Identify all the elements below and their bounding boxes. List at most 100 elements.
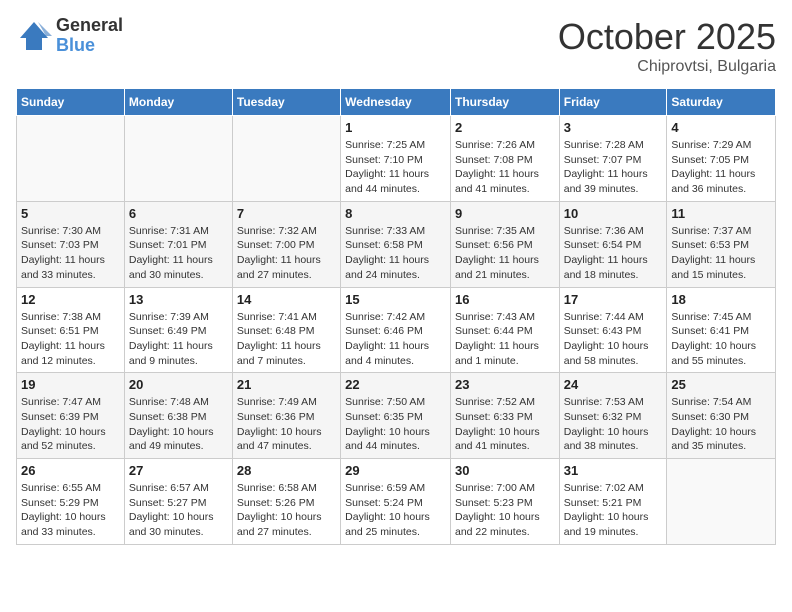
calendar-cell: 15 Sunrise: 7:42 AMSunset: 6:46 PMDayligh… (341, 287, 451, 373)
calendar-cell: 18 Sunrise: 7:45 AMSunset: 6:41 PMDayligh… (667, 287, 776, 373)
calendar-week-row: 12Sunrise: 7:38 AMSunset: 6:51 PMDayligh… (17, 287, 776, 373)
day-info: Sunrise: 7:32 AMSunset: 7:00 PMDaylight:… (237, 224, 336, 283)
day-info: Sunrise: 7:53 AMSunset: 6:32 PMDaylight:… (564, 395, 663, 454)
day-info: Sunrise: 7:38 AMSunset: 6:51 PMDaylight:… (21, 310, 120, 369)
day-number: 22 (345, 377, 446, 392)
day-info: Sunrise: 7:42 AMSunset: 6:46 PMDaylight:… (345, 310, 446, 369)
calendar-week-row: 5Sunrise: 7:30 AMSunset: 7:03 PMDaylight… (17, 201, 776, 287)
day-number: 4 (671, 120, 771, 135)
day-info: Sunrise: 7:47 AMSunset: 6:39 PMDaylight:… (21, 395, 120, 454)
day-number: 20 (129, 377, 228, 392)
day-info: Sunrise: 7:33 AMSunset: 6:58 PMDaylight:… (345, 224, 446, 283)
title-block: October 2025 Chiprovtsi, Bulgaria (558, 16, 776, 76)
calendar-cell (124, 116, 232, 202)
day-info: Sunrise: 7:48 AMSunset: 6:38 PMDaylight:… (129, 395, 228, 454)
calendar-cell: 4 Sunrise: 7:29 AMSunset: 7:05 PMDaylight… (667, 116, 776, 202)
calendar-cell: 5Sunrise: 7:30 AMSunset: 7:03 PMDaylight… (17, 201, 125, 287)
calendar-cell: 22 Sunrise: 7:50 AMSunset: 6:35 PMDayligh… (341, 373, 451, 459)
day-number: 31 (564, 463, 663, 478)
day-info: Sunrise: 6:58 AMSunset: 5:26 PMDaylight:… (237, 481, 336, 540)
calendar-week-row: 19 Sunrise: 7:47 AMSunset: 6:39 PMDayligh… (17, 373, 776, 459)
weekday-header: Thursday (450, 89, 559, 116)
day-info: Sunrise: 6:55 AMSunset: 5:29 PMDaylight:… (21, 481, 120, 540)
day-number: 17 (564, 292, 663, 307)
day-number: 7 (237, 206, 336, 221)
calendar-cell: 21 Sunrise: 7:49 AMSunset: 6:36 PMDayligh… (232, 373, 340, 459)
day-number: 6 (129, 206, 228, 221)
day-info: Sunrise: 7:28 AMSunset: 7:07 PMDaylight:… (564, 138, 663, 197)
calendar-week-row: 1 Sunrise: 7:25 AMSunset: 7:10 PMDaylight… (17, 116, 776, 202)
calendar-cell: 29 Sunrise: 6:59 AMSunset: 5:24 PMDayligh… (341, 459, 451, 545)
day-info: Sunrise: 7:00 AMSunset: 5:23 PMDaylight:… (455, 481, 555, 540)
logo: General Blue (16, 16, 123, 56)
calendar-cell: 24Sunrise: 7:53 AMSunset: 6:32 PMDayligh… (559, 373, 667, 459)
calendar-cell: 2 Sunrise: 7:26 AMSunset: 7:08 PMDaylight… (450, 116, 559, 202)
calendar-cell: 20 Sunrise: 7:48 AMSunset: 6:38 PMDayligh… (124, 373, 232, 459)
day-info: Sunrise: 6:59 AMSunset: 5:24 PMDaylight:… (345, 481, 446, 540)
day-info: Sunrise: 7:26 AMSunset: 7:08 PMDaylight:… (455, 138, 555, 197)
calendar-header-row: SundayMondayTuesdayWednesdayThursdayFrid… (17, 89, 776, 116)
month-title: October 2025 (558, 16, 776, 58)
day-info: Sunrise: 7:39 AMSunset: 6:49 PMDaylight:… (129, 310, 228, 369)
calendar-cell: 14 Sunrise: 7:41 AMSunset: 6:48 PMDayligh… (232, 287, 340, 373)
day-number: 13 (129, 292, 228, 307)
day-info: Sunrise: 7:45 AMSunset: 6:41 PMDaylight:… (671, 310, 771, 369)
location-text: Chiprovtsi, Bulgaria (558, 58, 776, 76)
weekday-header: Saturday (667, 89, 776, 116)
calendar-cell: 12Sunrise: 7:38 AMSunset: 6:51 PMDayligh… (17, 287, 125, 373)
day-number: 2 (455, 120, 555, 135)
weekday-header: Tuesday (232, 89, 340, 116)
day-info: Sunrise: 7:37 AMSunset: 6:53 PMDaylight:… (671, 224, 771, 283)
day-number: 15 (345, 292, 446, 307)
day-info: Sunrise: 7:29 AMSunset: 7:05 PMDaylight:… (671, 138, 771, 197)
calendar-cell: 10 Sunrise: 7:36 AMSunset: 6:54 PMDayligh… (559, 201, 667, 287)
day-info: Sunrise: 7:25 AMSunset: 7:10 PMDaylight:… (345, 138, 446, 197)
calendar-cell: 23 Sunrise: 7:52 AMSunset: 6:33 PMDayligh… (450, 373, 559, 459)
day-info: Sunrise: 7:35 AMSunset: 6:56 PMDaylight:… (455, 224, 555, 283)
calendar-cell: 9 Sunrise: 7:35 AMSunset: 6:56 PMDaylight… (450, 201, 559, 287)
calendar-cell: 26 Sunrise: 6:55 AMSunset: 5:29 PMDayligh… (17, 459, 125, 545)
day-info: Sunrise: 7:52 AMSunset: 6:33 PMDaylight:… (455, 395, 555, 454)
day-number: 27 (129, 463, 228, 478)
day-number: 18 (671, 292, 771, 307)
calendar-cell: 25Sunrise: 7:54 AMSunset: 6:30 PMDayligh… (667, 373, 776, 459)
weekday-header: Sunday (17, 89, 125, 116)
calendar-cell: 27Sunrise: 6:57 AMSunset: 5:27 PMDayligh… (124, 459, 232, 545)
day-number: 8 (345, 206, 446, 221)
day-number: 9 (455, 206, 555, 221)
day-number: 26 (21, 463, 120, 478)
calendar-week-row: 26 Sunrise: 6:55 AMSunset: 5:29 PMDayligh… (17, 459, 776, 545)
calendar-cell: 8 Sunrise: 7:33 AMSunset: 6:58 PMDaylight… (341, 201, 451, 287)
day-number: 23 (455, 377, 555, 392)
logo-general-text: General (56, 16, 123, 36)
day-info: Sunrise: 7:41 AMSunset: 6:48 PMDaylight:… (237, 310, 336, 369)
weekday-header: Wednesday (341, 89, 451, 116)
day-number: 14 (237, 292, 336, 307)
page-header: General Blue October 2025 Chiprovtsi, Bu… (16, 16, 776, 76)
calendar-table: SundayMondayTuesdayWednesdayThursdayFrid… (16, 88, 776, 545)
calendar-cell: 19 Sunrise: 7:47 AMSunset: 6:39 PMDayligh… (17, 373, 125, 459)
day-number: 11 (671, 206, 771, 221)
calendar-cell: 31Sunrise: 7:02 AMSunset: 5:21 PMDayligh… (559, 459, 667, 545)
day-number: 21 (237, 377, 336, 392)
day-number: 30 (455, 463, 555, 478)
day-number: 5 (21, 206, 120, 221)
day-number: 29 (345, 463, 446, 478)
calendar-cell: 17Sunrise: 7:44 AMSunset: 6:43 PMDayligh… (559, 287, 667, 373)
day-info: Sunrise: 7:49 AMSunset: 6:36 PMDaylight:… (237, 395, 336, 454)
weekday-header: Friday (559, 89, 667, 116)
day-info: Sunrise: 7:43 AMSunset: 6:44 PMDaylight:… (455, 310, 555, 369)
day-number: 19 (21, 377, 120, 392)
logo-icon (16, 18, 52, 54)
day-number: 10 (564, 206, 663, 221)
day-info: Sunrise: 7:31 AMSunset: 7:01 PMDaylight:… (129, 224, 228, 283)
day-number: 1 (345, 120, 446, 135)
calendar-cell: 16 Sunrise: 7:43 AMSunset: 6:44 PMDayligh… (450, 287, 559, 373)
day-info: Sunrise: 7:50 AMSunset: 6:35 PMDaylight:… (345, 395, 446, 454)
weekday-header: Monday (124, 89, 232, 116)
day-info: Sunrise: 7:36 AMSunset: 6:54 PMDaylight:… (564, 224, 663, 283)
calendar-cell: 13 Sunrise: 7:39 AMSunset: 6:49 PMDayligh… (124, 287, 232, 373)
calendar-cell: 30 Sunrise: 7:00 AMSunset: 5:23 PMDayligh… (450, 459, 559, 545)
logo-blue-text: Blue (56, 36, 123, 56)
day-number: 16 (455, 292, 555, 307)
